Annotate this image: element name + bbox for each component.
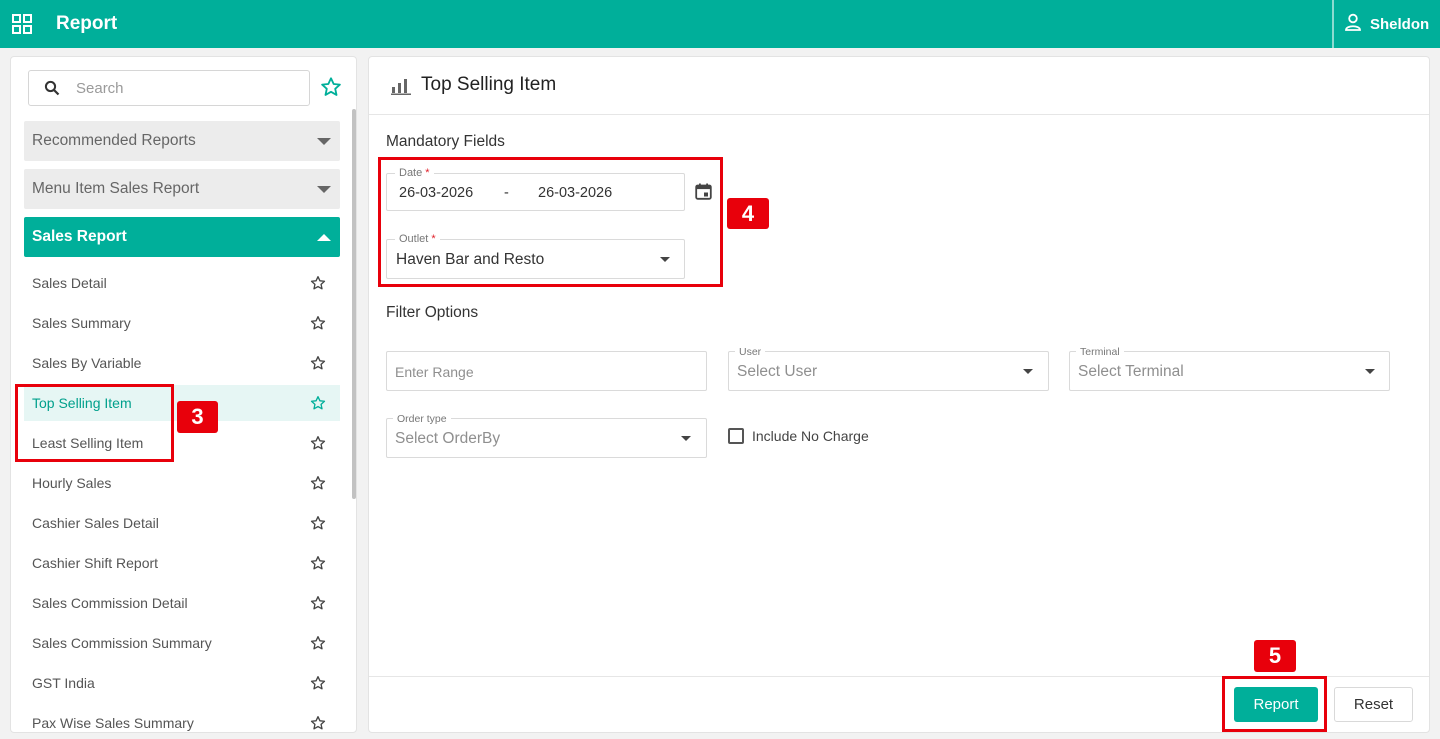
sidebar-item-label: Hourly Sales — [32, 475, 112, 491]
user-placeholder: Select User — [737, 363, 818, 380]
annotation-badge-5: 5 — [1254, 640, 1296, 672]
star-outline-icon[interactable] — [310, 675, 326, 691]
annotation-highlight-3 — [15, 384, 174, 462]
sidebar-item-pax-wise-sales-summary[interactable]: Pax Wise Sales Summary — [24, 705, 340, 732]
favorites-star-icon[interactable] — [320, 76, 342, 103]
sidebar-item-label: Sales Commission Detail — [32, 595, 188, 611]
sidebar-item-sales-summary[interactable]: Sales Summary — [24, 305, 340, 341]
sidebar-item-label: Sales By Variable — [32, 355, 142, 371]
star-outline-icon[interactable] — [310, 275, 326, 291]
include-no-charge-option[interactable]: Include No Charge — [728, 428, 869, 444]
user-name: Sheldon — [1370, 15, 1430, 33]
sidebar-item-label: Sales Detail — [32, 275, 107, 291]
terminal-select[interactable]: Terminal Select Terminal — [1069, 345, 1390, 391]
star-outline-icon[interactable] — [310, 715, 326, 731]
sidebar-item-sales-commission-detail[interactable]: Sales Commission Detail — [24, 585, 340, 621]
search-input[interactable] — [76, 79, 276, 97]
annotation-highlight-4 — [378, 157, 723, 287]
reset-button[interactable]: Reset — [1334, 687, 1413, 722]
star-outline-icon[interactable] — [310, 475, 326, 491]
panel-header: Top Selling Item — [369, 57, 1429, 115]
sidebar-item-label: Sales Commission Summary — [32, 635, 212, 651]
star-outline-icon[interactable] — [310, 595, 326, 611]
dropdown-caret-icon — [1023, 369, 1033, 374]
star-outline-icon[interactable] — [310, 515, 326, 531]
caret-down-icon — [317, 137, 331, 145]
star-outline-icon[interactable] — [310, 315, 326, 331]
range-input[interactable]: Enter Range — [386, 351, 707, 391]
apps-grid-icon[interactable] — [12, 14, 32, 34]
section-label: Sales Report — [32, 228, 127, 245]
sidebar-item-cashier-shift-report[interactable]: Cashier Shift Report — [24, 545, 340, 581]
range-placeholder: Enter Range — [395, 364, 474, 380]
sidebar-item-label: Sales Summary — [32, 315, 131, 331]
sidebar-item-gst-india[interactable]: GST India — [24, 665, 340, 701]
user-label: User — [735, 345, 766, 359]
filter-options-heading: Filter Options — [386, 304, 479, 321]
sidebar-item-hourly-sales[interactable]: Hourly Sales — [24, 465, 340, 501]
dropdown-caret-icon — [681, 436, 691, 441]
section-recommended-reports[interactable]: Recommended Reports — [24, 121, 340, 161]
sidebar-item-sales-detail[interactable]: Sales Detail — [24, 265, 340, 301]
section-label: Recommended Reports — [32, 132, 196, 149]
page-title: Top Selling Item — [421, 74, 557, 95]
include-no-charge-checkbox[interactable] — [728, 428, 744, 444]
annotation-highlight-5 — [1222, 676, 1327, 732]
mandatory-fields-heading: Mandatory Fields — [386, 133, 505, 150]
annotation-badge-4: 4 — [727, 198, 769, 229]
sidebar-item-sales-by-variable[interactable]: Sales By Variable — [24, 345, 340, 381]
sidebar-item-label: Cashier Sales Detail — [32, 515, 159, 531]
section-label: Menu Item Sales Report — [32, 180, 200, 197]
sidebar-item-label: Cashier Shift Report — [32, 555, 159, 571]
section-sales-report[interactable]: Sales Report — [24, 217, 340, 257]
sidebar-item-cashier-sales-detail[interactable]: Cashier Sales Detail — [24, 505, 340, 541]
section-menu-item-sales-report[interactable]: Menu Item Sales Report — [24, 169, 340, 209]
person-icon — [1344, 13, 1362, 35]
top-bar: Report Sheldon — [0, 0, 1440, 48]
sidebar-item-label: GST India — [32, 675, 95, 691]
caret-up-icon — [317, 233, 331, 241]
app-title: Report — [56, 13, 118, 34]
annotation-badge-3: 3 — [177, 401, 218, 433]
order-type-select[interactable]: Order type Select OrderBy — [386, 412, 707, 458]
order-type-label: Order type — [393, 412, 451, 426]
sidebar-item-sales-commission-summary[interactable]: Sales Commission Summary — [24, 625, 340, 661]
terminal-placeholder: Select Terminal — [1078, 363, 1184, 380]
bar-chart-icon — [391, 77, 411, 100]
terminal-label: Terminal — [1076, 345, 1124, 359]
sidebar-item-label: Pax Wise Sales Summary — [32, 715, 194, 731]
star-outline-icon[interactable] — [310, 435, 326, 451]
star-outline-icon[interactable] — [310, 395, 326, 411]
search-icon — [44, 80, 60, 96]
search-box[interactable] — [28, 70, 310, 106]
user-divider — [1332, 0, 1334, 48]
user-menu[interactable]: Sheldon — [1344, 13, 1429, 35]
caret-down-icon — [317, 185, 331, 193]
dropdown-caret-icon — [1365, 369, 1375, 374]
order-type-placeholder: Select OrderBy — [395, 430, 501, 447]
star-outline-icon[interactable] — [310, 555, 326, 571]
user-select[interactable]: User Select User — [728, 345, 1049, 391]
include-no-charge-label: Include No Charge — [752, 428, 869, 444]
sidebar-scrollbar[interactable] — [352, 109, 356, 499]
star-outline-icon[interactable] — [310, 635, 326, 651]
star-outline-icon[interactable] — [310, 355, 326, 371]
